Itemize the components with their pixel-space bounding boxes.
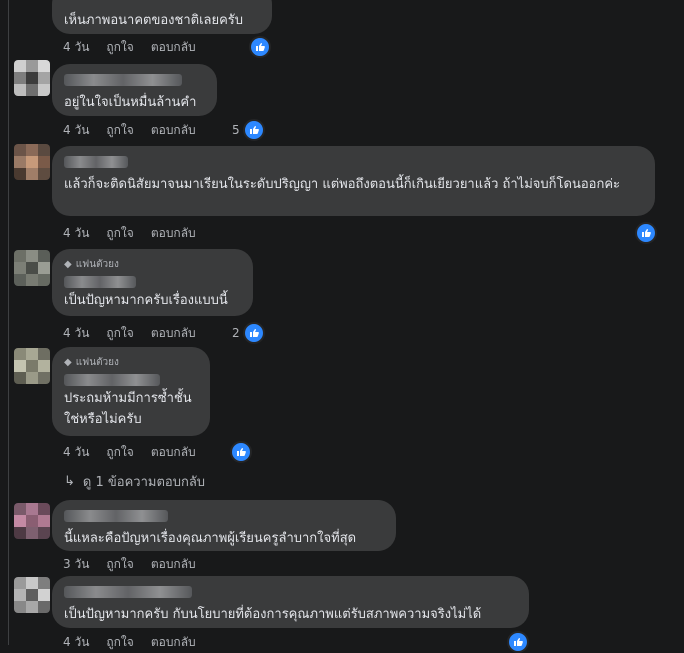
comment-text: เป็นปัญหามากครับ กับนโยบายที่ต้องการคุณภ… <box>64 607 482 622</box>
author-name[interactable] <box>64 586 192 598</box>
reply-link[interactable]: ตอบกลับ <box>151 121 196 140</box>
avatar[interactable] <box>14 503 50 539</box>
avatar[interactable] <box>14 144 50 180</box>
diamond-icon: ◆ <box>64 357 72 368</box>
like-thumb-icon <box>242 322 265 344</box>
comment-actions: 4 วัน ถูกใจ ตอบกลับ <box>63 324 213 343</box>
like-link[interactable]: ถูกใจ <box>106 324 133 343</box>
comment-bubble: แล้วก็จะติดนิสัยมาจนมาเรียนในระดับปริญญา… <box>52 146 655 216</box>
author-name[interactable] <box>64 276 136 288</box>
comment-text: นี้แหละคือปัญหาเรื่องคุณภาพผู้เรียนครูลำ… <box>64 531 357 546</box>
like-link[interactable]: ถูกใจ <box>106 443 133 462</box>
avatar[interactable] <box>14 577 50 613</box>
author-name[interactable] <box>64 510 168 522</box>
view-replies-link[interactable]: ↳ ดู 1 ข้อความตอบกลับ <box>64 471 205 492</box>
comment-bubble: ◆ แฟนตัวยง เป็นปัญหามากครับเรื่องแบบนี้ <box>52 249 253 316</box>
comment-bubble: เห็นภาพอนาคตของชาติเลยครับ <box>52 0 272 34</box>
like-link[interactable]: ถูกใจ <box>106 633 133 652</box>
reply-link[interactable]: ตอบกลับ <box>151 38 196 57</box>
comment-bubble: อยู่ในใจเป็นหมื่นล้านคำ <box>52 64 217 116</box>
comment-time[interactable]: 4 วัน <box>63 443 89 462</box>
reaction-count[interactable]: 2 <box>232 322 265 344</box>
reaction-count[interactable] <box>249 36 271 58</box>
reply-link[interactable]: ตอบกลับ <box>151 224 196 243</box>
comment-actions: 3 วัน ถูกใจ ตอบกลับ <box>63 555 213 574</box>
comment-time[interactable]: 4 วัน <box>63 224 89 243</box>
avatar[interactable] <box>14 348 50 384</box>
like-link[interactable]: ถูกใจ <box>106 38 133 57</box>
comment-actions: 4 วัน ถูกใจ ตอบกลับ <box>63 121 213 140</box>
like-link[interactable]: ถูกใจ <box>106 121 133 140</box>
comment-actions: 4 วัน ถูกใจ ตอบกลับ <box>63 38 213 57</box>
comment-bubble: เป็นปัญหามากครับ กับนโยบายที่ต้องการคุณภ… <box>52 576 529 628</box>
reply-arrow-icon: ↳ <box>64 474 75 489</box>
diamond-icon: ◆ <box>64 259 72 270</box>
reply-link[interactable]: ตอบกลับ <box>151 555 196 574</box>
comment-actions: 4 วัน ถูกใจ ตอบกลับ <box>63 443 213 462</box>
comment-actions: 4 วัน ถูกใจ ตอบกลับ <box>63 633 213 652</box>
reply-link[interactable]: ตอบกลับ <box>151 443 196 462</box>
comment-bubble: ◆ แฟนตัวยง ประถมห้ามมีการซ้ำชั้น ใช่หรือ… <box>52 347 210 436</box>
like-link[interactable]: ถูกใจ <box>106 555 133 574</box>
comment-text: ประถมห้ามมีการซ้ำชั้น ใช่หรือไม่ครับ <box>64 391 192 427</box>
comment-time[interactable]: 3 วัน <box>63 555 89 574</box>
comment-time[interactable]: 4 วัน <box>63 633 89 652</box>
thread-line <box>8 0 9 645</box>
comment-time[interactable]: 4 วัน <box>63 324 89 343</box>
like-link[interactable]: ถูกใจ <box>106 224 133 243</box>
comment-text: เห็นภาพอนาคตของชาติเลยครับ <box>64 13 244 28</box>
like-thumb-icon <box>230 441 252 463</box>
badge-label: แฟนตัวยง <box>75 357 119 368</box>
fan-badge: ◆ แฟนตัวยง <box>64 355 198 370</box>
reaction-count[interactable] <box>507 631 529 653</box>
comment-actions: 4 วัน ถูกใจ ตอบกลับ <box>63 224 213 243</box>
reply-link[interactable]: ตอบกลับ <box>151 633 196 652</box>
comment-time[interactable]: 4 วัน <box>63 38 89 57</box>
like-thumb-icon <box>635 222 657 244</box>
avatar[interactable] <box>14 60 50 96</box>
like-thumb-icon <box>507 631 529 653</box>
avatar[interactable] <box>14 250 50 286</box>
reaction-count[interactable]: 5 <box>232 119 265 141</box>
author-name[interactable] <box>64 74 182 86</box>
comment-bubble: นี้แหละคือปัญหาเรื่องคุณภาพผู้เรียนครูลำ… <box>52 500 396 551</box>
comment-text: แล้วก็จะติดนิสัยมาจนมาเรียนในระดับปริญญา… <box>64 177 621 192</box>
badge-label: แฟนตัวยง <box>75 259 119 270</box>
reaction-count[interactable] <box>635 222 657 244</box>
view-replies-label: ดู 1 ข้อความตอบกลับ <box>82 475 206 490</box>
author-name[interactable] <box>64 374 160 386</box>
like-thumb-icon <box>249 36 271 58</box>
reaction-number: 5 <box>232 123 240 137</box>
reply-link[interactable]: ตอบกลับ <box>151 324 196 343</box>
comment-text: อยู่ในใจเป็นหมื่นล้านคำ <box>64 95 197 110</box>
comment-text: เป็นปัญหามากครับเรื่องแบบนี้ <box>64 293 228 308</box>
like-thumb-icon <box>242 119 265 141</box>
reaction-number: 2 <box>232 326 240 340</box>
fan-badge: ◆ แฟนตัวยง <box>64 257 241 272</box>
reaction-count[interactable] <box>230 441 252 463</box>
comment-time[interactable]: 4 วัน <box>63 121 89 140</box>
author-name[interactable] <box>64 156 128 168</box>
